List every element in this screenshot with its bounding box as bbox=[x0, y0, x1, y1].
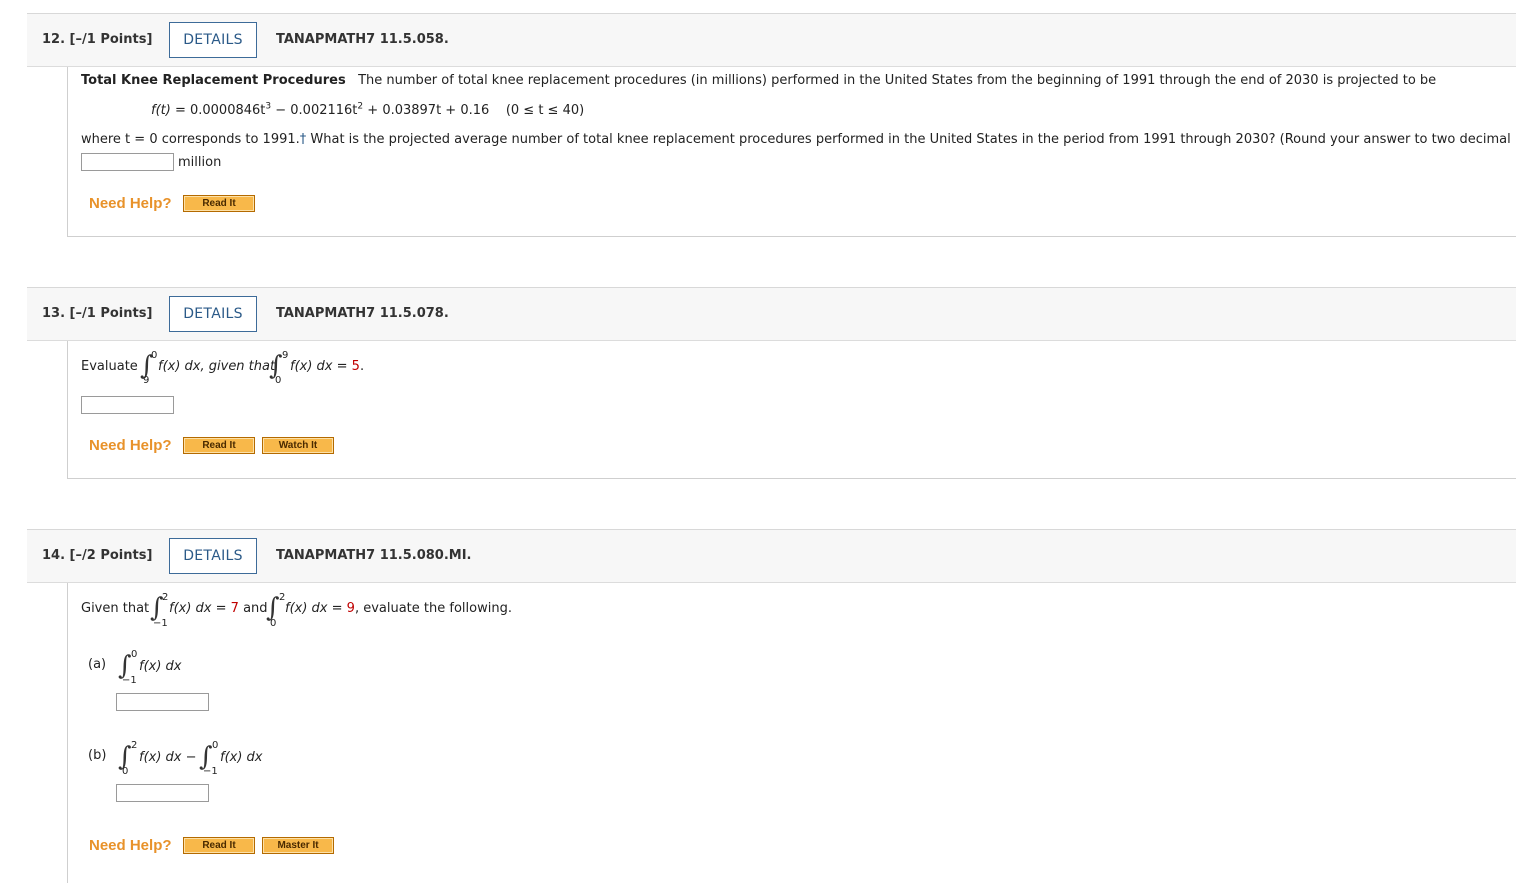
q13-body bbox=[67, 341, 1516, 479]
integrand: f(x) dx = bbox=[169, 601, 231, 616]
integrand: f(x) dx bbox=[220, 750, 263, 765]
answer-input-b[interactable] bbox=[116, 784, 209, 802]
given-expression-1: f(x) dx = 7 and bbox=[169, 601, 268, 616]
integral-upper-limit: 0 bbox=[212, 740, 219, 751]
read-it-button[interactable]: Read It bbox=[183, 437, 255, 454]
given-that-label: Given that bbox=[81, 601, 150, 616]
question-number: 14. [–/2 Points] bbox=[42, 548, 153, 563]
need-help-label: Need Help? bbox=[89, 837, 172, 854]
need-help-label: Need Help? bbox=[89, 195, 172, 212]
master-it-button[interactable]: Master It bbox=[262, 837, 334, 854]
question-code: TANAPMATH7 11.5.080.MI. bbox=[276, 548, 472, 563]
q13-header: 13. [–/1 Points] DETAILS TANAPMATH7 11.5… bbox=[27, 287, 1516, 341]
problem-intro: Total Knee Replacement Procedures The nu… bbox=[81, 73, 1436, 88]
formula-term3: + 0.03897t + 0.16 bbox=[363, 103, 490, 118]
given-expression: f(x) dx = 5. bbox=[290, 359, 364, 374]
question-prompt: What is the projected average number of … bbox=[306, 132, 1516, 147]
given-value: 9 bbox=[346, 601, 355, 616]
integrand-text: f(x) dx, given that bbox=[158, 359, 275, 374]
integral-upper-limit: 0 bbox=[151, 350, 158, 361]
formula-domain: (0 ≤ t ≤ 40) bbox=[505, 103, 585, 118]
integral-lower-limit: 9 bbox=[143, 375, 150, 386]
integral-lower-limit: 0 bbox=[122, 766, 129, 777]
question-code: TANAPMATH7 11.5.078. bbox=[276, 306, 449, 321]
integral-lower-limit: 0 bbox=[270, 618, 277, 629]
question-code: TANAPMATH7 11.5.058. bbox=[276, 32, 449, 47]
integrand: f(x) dx − bbox=[139, 750, 197, 765]
integral-lower-limit: −1 bbox=[203, 766, 218, 777]
read-it-button[interactable]: Read It bbox=[183, 837, 255, 854]
question-number: 13. [–/1 Points] bbox=[42, 306, 153, 321]
integrand: f(x) dx, given that bbox=[158, 359, 276, 374]
formula-term2: − 0.002116t bbox=[271, 103, 358, 118]
problem-title: Total Knee Replacement Procedures bbox=[81, 73, 346, 88]
formula-lhs: f(t) bbox=[151, 103, 171, 118]
answer-input[interactable] bbox=[81, 153, 174, 171]
evaluate-label: Evaluate bbox=[81, 359, 138, 374]
intro-text: The number of total knee replacement pro… bbox=[358, 73, 1437, 88]
integral-upper-limit: 0 bbox=[131, 649, 138, 660]
answer-input-a[interactable] bbox=[116, 693, 209, 711]
question-text: where t = 0 corresponds to 1991.† What i… bbox=[81, 132, 1516, 147]
given-value: 7 bbox=[230, 601, 239, 616]
integral-upper-limit: 9 bbox=[282, 350, 289, 361]
given-expression-2: f(x) dx = 9, evaluate the following. bbox=[285, 601, 512, 616]
q12-body bbox=[67, 67, 1516, 237]
integral-upper-limit: 2 bbox=[162, 592, 169, 603]
integral-lower-limit: 0 bbox=[275, 375, 282, 386]
formula-term1: = 0.0000846t bbox=[170, 103, 266, 118]
unit-label: million bbox=[178, 155, 222, 170]
integral-lower-limit: −1 bbox=[122, 675, 137, 686]
part-a-label: (a) bbox=[88, 657, 107, 672]
instruction-tail: , evaluate the following. bbox=[354, 601, 512, 616]
part-b-label: (b) bbox=[88, 748, 107, 763]
details-button[interactable]: DETAILS bbox=[169, 538, 257, 574]
integral-upper-limit: 2 bbox=[131, 740, 138, 751]
given-value: 5 bbox=[351, 359, 360, 374]
watch-it-button[interactable]: Watch It bbox=[262, 437, 334, 454]
q14-header: 14. [–/2 Points] DETAILS TANAPMATH7 11.5… bbox=[27, 529, 1516, 583]
details-button[interactable]: DETAILS bbox=[169, 296, 257, 332]
answer-input[interactable] bbox=[81, 396, 174, 414]
period: . bbox=[359, 359, 365, 374]
integrand: f(x) dx = bbox=[290, 359, 352, 374]
need-help-label: Need Help? bbox=[89, 437, 172, 454]
integral-lower-limit: −1 bbox=[153, 618, 168, 629]
question-number: 12. [–/1 Points] bbox=[42, 32, 153, 47]
integrand: f(x) dx = bbox=[285, 601, 347, 616]
q12-header: 12. [–/1 Points] DETAILS TANAPMATH7 11.5… bbox=[27, 13, 1516, 67]
read-it-button[interactable]: Read It bbox=[183, 195, 255, 212]
where-text: where t = 0 corresponds to 1991. bbox=[81, 132, 300, 147]
details-button[interactable]: DETAILS bbox=[169, 22, 257, 58]
and-text: and bbox=[238, 601, 268, 616]
formula: f(t) = 0.0000846t3 − 0.002116t2 + 0.0389… bbox=[151, 102, 585, 118]
integrand: f(x) dx bbox=[139, 659, 182, 674]
